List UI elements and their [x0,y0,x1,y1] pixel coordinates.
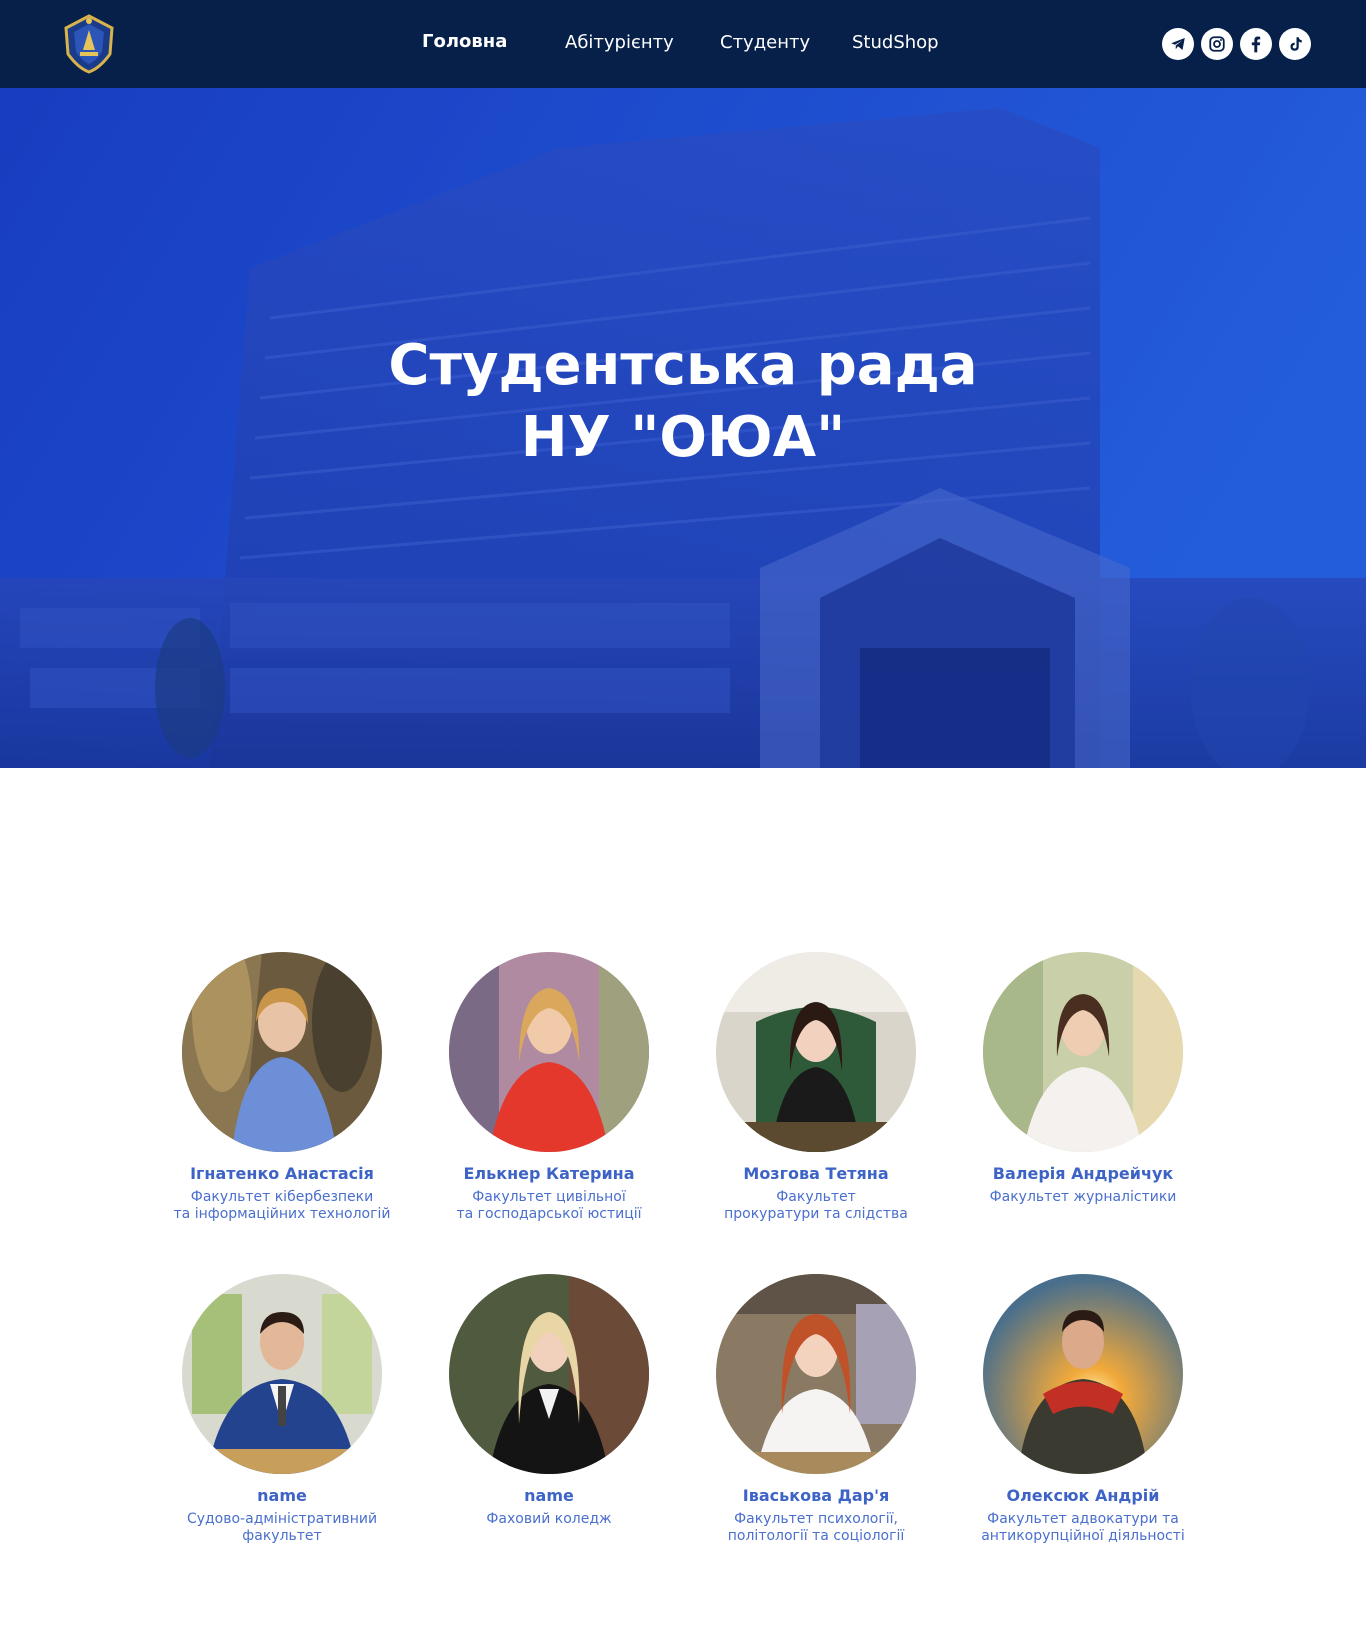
member-faculty: Факультет кібербезпеки та інформаційних … [173,1189,391,1222]
member-card[interactable]: Мозгова Тетяна Факультет прокуратури та … [686,952,946,1223]
member-name: Іваськова Дар'я [742,1486,890,1505]
nav-students[interactable]: Студенту [720,32,810,53]
member-photo [449,1274,649,1474]
member-faculty: Фаховий коледж [486,1511,612,1527]
member-faculty: Факультет цивільної та господарської юст… [456,1189,642,1222]
member-card[interactable]: Олексюк Андрій Факультет адвокатури та а… [953,1274,1213,1545]
member-name: name [524,1486,574,1505]
member-card[interactable]: Ігнатенко Анастасія Факультет кібербезпе… [152,952,412,1223]
member-name: Мозгова Тетяна [743,1164,889,1183]
member-card[interactable]: name Судово-адміністративний факультет [152,1274,412,1545]
member-name: Валерія Андрейчук [992,1164,1174,1183]
member-name: Ігнатенко Анастасія [190,1164,374,1183]
member-card[interactable]: name Фаховий коледж [419,1274,679,1528]
tiktok-icon[interactable] [1279,28,1311,60]
instagram-icon[interactable] [1201,28,1233,60]
member-name: Олексюк Андрій [1006,1486,1160,1505]
hero-title-line1: Студентська рада [388,333,978,398]
member-faculty: Факультет адвокатури та антикорупційної … [981,1511,1185,1544]
hero-title-line2: НУ "ОЮА" [520,405,846,470]
member-card[interactable]: Елькнер Катерина Факультет цивільної та … [419,952,679,1223]
member-faculty: Факультет прокуратури та слідства [724,1189,908,1222]
member-card[interactable]: Валерія Андрейчук Факультет журналістики [953,952,1213,1206]
facebook-icon[interactable] [1240,28,1272,60]
member-name: Елькнер Катерина [463,1164,635,1183]
member-photo [983,952,1183,1152]
nav-applicants[interactable]: Абітурієнту [565,32,674,53]
member-photo [449,952,649,1152]
nav-studshop[interactable]: StudShop [852,32,939,53]
member-photo [983,1274,1183,1474]
member-card[interactable]: Іваськова Дар'я Факультет психології, по… [686,1274,946,1545]
member-faculty: Судово-адміністративний факультет [186,1511,378,1544]
member-faculty: Факультет психології, політології та соц… [727,1511,905,1544]
member-photo [716,1274,916,1474]
member-photo [716,952,916,1152]
member-photo [182,1274,382,1474]
member-photo [182,952,382,1152]
hero-title: Студентська рада НУ "ОЮА" [0,330,1366,474]
site-header: Головна Абітурієнту Студенту StudShop [0,0,1366,88]
member-faculty: Факультет журналістики [989,1189,1177,1205]
member-name: name [257,1486,307,1505]
hero-banner: Студентська рада НУ "ОЮА" [0,88,1366,768]
nav-home[interactable]: Головна [422,31,507,52]
telegram-icon[interactable] [1162,28,1194,60]
